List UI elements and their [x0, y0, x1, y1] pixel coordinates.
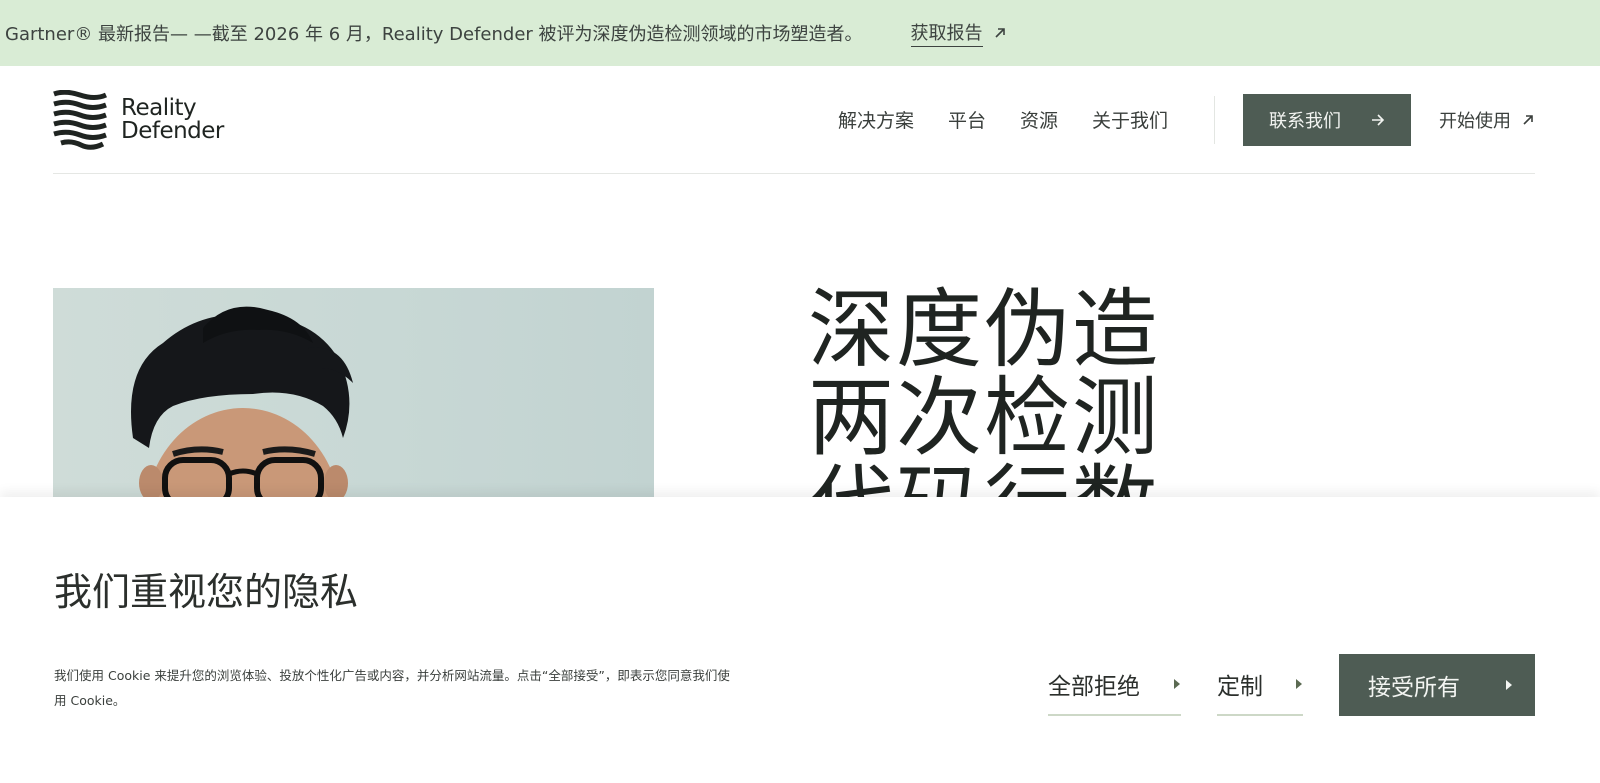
hero-portrait-image: [53, 288, 654, 498]
banner-text: Gartner® 最新报告— —截至 2026 年 6 月，Reality De…: [5, 24, 863, 45]
cookie-description: 我们使用 Cookie 来提升您的浏览体验、投放个性化广告或内容，并分析网站流量…: [54, 663, 784, 713]
cookie-consent-panel: 我们重视您的隐私 我们使用 Cookie 来提升您的浏览体验、投放个性化广告或内…: [0, 497, 1600, 783]
arrow-up-right-icon: [1523, 114, 1533, 125]
cookie-actions: 全部拒绝 定制 接受所有: [1048, 654, 1535, 716]
portrait-illustration: [131, 306, 353, 498]
logo-line-2: Defender: [121, 117, 224, 144]
logo[interactable]: Reality Defender: [53, 89, 224, 150]
nav-platform[interactable]: 平台: [948, 106, 986, 133]
caret-right-icon: [1506, 680, 1512, 690]
accept-all-label: 接受所有: [1368, 675, 1460, 701]
site-header: Reality Defender 解决方案 平台 资源 关于我们 联系我们 开始…: [53, 66, 1535, 174]
arrow-up-right-icon: [994, 28, 1005, 38]
contact-us-label: 联系我们: [1269, 110, 1341, 132]
cookie-description-line-2: 用 Cookie。: [54, 693, 126, 708]
main-nav: 解决方案 平台 资源 关于我们 联系我们 开始使用: [838, 93, 1535, 146]
nav-solutions[interactable]: 解决方案: [838, 106, 914, 133]
customize-button[interactable]: 定制: [1217, 654, 1303, 716]
caret-right-icon: [1296, 679, 1302, 689]
customize-label: 定制: [1217, 674, 1263, 700]
caret-right-icon: [1174, 679, 1180, 689]
hero-title-line-1: 深度伪造: [808, 280, 1160, 380]
accept-all-button[interactable]: 接受所有: [1339, 654, 1535, 716]
contact-us-button[interactable]: 联系我们: [1243, 93, 1411, 146]
nav-about[interactable]: 关于我们: [1092, 106, 1168, 133]
hero-title-line-2: 两次检测: [808, 368, 1160, 468]
logo-wordmark: Reality Defender: [121, 94, 224, 144]
reality-defender-logo-icon: [53, 89, 107, 150]
nav-resources[interactable]: 资源: [1020, 106, 1058, 133]
get-started-link[interactable]: 开始使用: [1439, 107, 1535, 133]
cookie-description-line-1: 我们使用 Cookie 来提升您的浏览体验、投放个性化广告或内容，并分析网站流量…: [54, 668, 730, 683]
nav-divider: [1214, 95, 1215, 144]
reject-all-label: 全部拒绝: [1048, 674, 1140, 700]
get-report-link[interactable]: 获取报告: [910, 19, 1007, 47]
arrow-right-icon: [1372, 113, 1385, 126]
get-report-label: 获取报告: [910, 19, 983, 47]
get-started-label: 开始使用: [1439, 110, 1511, 132]
announcement-banner: Gartner® 最新报告— —截至 2026 年 6 月，Reality De…: [0, 0, 1600, 66]
cookie-title: 我们重视您的隐私: [54, 570, 359, 614]
logo-line-1: Reality: [121, 94, 197, 121]
reject-all-button[interactable]: 全部拒绝: [1048, 654, 1181, 716]
